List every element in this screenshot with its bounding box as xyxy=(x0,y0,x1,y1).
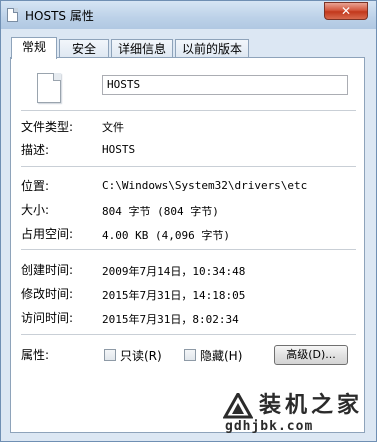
readonly-label[interactable]: 只读(R) xyxy=(120,347,162,364)
disk-size-value: 4.00 KB (4,096 字节) xyxy=(102,229,230,242)
size-label: 大小: xyxy=(21,203,50,217)
tab-details[interactable]: 详细信息 xyxy=(111,39,173,57)
divider xyxy=(21,110,356,111)
tab-strip: 常规 安全 详细信息 以前的版本 xyxy=(11,37,369,59)
hidden-checkbox[interactable] xyxy=(184,349,196,361)
description-value: HOSTS xyxy=(102,143,136,156)
created-label: 创建时间: xyxy=(21,263,74,277)
title-bar[interactable]: HOSTS 属性 ✕ xyxy=(1,1,376,29)
general-panel: HOSTS 文件类型: 文件 描述: HOSTS 位置: C:\Windows\… xyxy=(10,57,365,433)
modified-value: 2015年7月31日，14:18:05 xyxy=(102,289,246,302)
tab-previous-versions[interactable]: 以前的版本 xyxy=(175,39,249,57)
file-name-field[interactable]: HOSTS xyxy=(102,75,348,95)
properties-window: HOSTS 属性 ✕ 常规 安全 详细信息 以前的版本 HOSTS 文件类型: … xyxy=(0,0,377,442)
close-button[interactable]: ✕ xyxy=(324,2,368,20)
watermark: 装机之家 gdhjbk.com xyxy=(215,387,375,441)
file-type-label: 文件类型: xyxy=(21,120,74,134)
readonly-checkbox[interactable] xyxy=(104,349,116,361)
attributes-label: 属性: xyxy=(21,348,50,362)
divider xyxy=(21,334,356,335)
modified-label: 修改时间: xyxy=(21,287,74,301)
divider xyxy=(21,166,356,167)
divider xyxy=(21,249,356,250)
created-value: 2009年7月14日，10:34:48 xyxy=(102,265,246,278)
disk-size-label: 占用空间: xyxy=(21,227,74,241)
advanced-button[interactable]: 高级(D)... xyxy=(274,345,348,365)
watermark-url: gdhjbk.com xyxy=(225,419,314,434)
tab-security[interactable]: 安全 xyxy=(59,39,109,57)
file-icon xyxy=(7,8,18,22)
accessed-label: 访问时间: xyxy=(21,311,74,325)
tab-general[interactable]: 常规 xyxy=(11,37,57,59)
window-title: HOSTS 属性 xyxy=(25,9,94,23)
size-value: 804 字节 (804 字节) xyxy=(102,205,219,218)
document-icon xyxy=(37,73,61,103)
hidden-label[interactable]: 隐藏(H) xyxy=(200,347,242,364)
description-label: 描述: xyxy=(21,143,50,157)
location-value: C:\Windows\System32\drivers\etc xyxy=(102,179,308,192)
file-type-value: 文件 xyxy=(102,121,124,134)
watermark-text: 装机之家 xyxy=(259,393,364,418)
location-label: 位置: xyxy=(21,179,50,193)
accessed-value: 2015年7月31日，8:02:34 xyxy=(102,313,239,326)
